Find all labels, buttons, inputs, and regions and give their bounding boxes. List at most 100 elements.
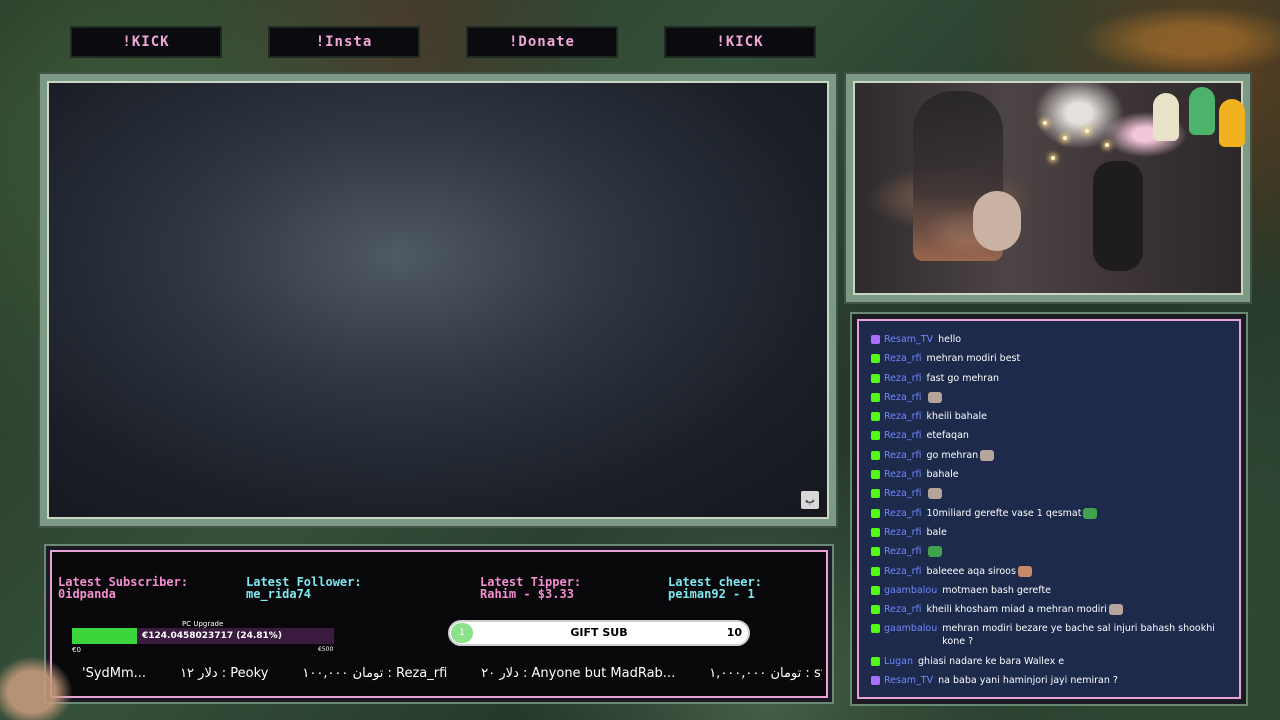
latest-cheer: Latest cheer: peiman92 - 1 xyxy=(668,576,762,600)
chat-username[interactable]: Resam_TV xyxy=(884,674,933,687)
chat-message: Reza_rfi xyxy=(871,487,1227,500)
chat-username[interactable]: Reza_rfi xyxy=(884,352,921,365)
chat-message-body: go mehran xyxy=(926,449,995,462)
kick-badge-icon xyxy=(871,508,880,518)
kick-badge-icon xyxy=(871,656,880,666)
kick-badge-icon xyxy=(871,527,880,537)
latest-subscriber-value: 0idpanda xyxy=(58,587,116,601)
chat-message-body: baleeee aqa siroos xyxy=(926,565,1032,578)
chat-message: gaambalou motmaen bash gerefte xyxy=(871,584,1227,597)
chat-message-text: mehran modiri best xyxy=(926,353,1021,365)
chat-username[interactable]: Reza_rfi xyxy=(884,391,921,404)
latest-subscriber: Latest Subscriber: 0idpanda xyxy=(58,576,188,600)
chat-message-text: bahale xyxy=(926,469,959,481)
chat-username[interactable]: Reza_rfi xyxy=(884,603,921,616)
twitch-badge-icon xyxy=(871,676,880,686)
chat-message-text: kheili khosham miad a mehran modiri xyxy=(926,604,1107,616)
button-label: !KICK xyxy=(716,34,764,50)
chat-username[interactable]: Resam_TV xyxy=(884,333,933,346)
kick-badge-icon xyxy=(871,412,880,422)
gift-sub-label: GIFT SUB xyxy=(570,626,628,639)
game-capture-frame: پ xyxy=(40,74,836,526)
chat-username[interactable]: gaambalou xyxy=(884,584,937,597)
chat-message: Reza_rfi mehran modiri best xyxy=(871,352,1227,365)
chat-message-body: bahale xyxy=(926,468,958,481)
latest-follower-value: me_rida74 xyxy=(246,587,312,601)
chat-username[interactable]: Reza_rfi xyxy=(884,410,921,423)
frog-emote-icon xyxy=(928,546,943,558)
donate-command-button[interactable]: !Donate xyxy=(466,26,618,58)
chat-message-body: etefaqan xyxy=(926,429,968,442)
chat-message-text: kheili bahale xyxy=(926,411,987,423)
chat-message-text: go mehran xyxy=(926,449,979,461)
chat-username[interactable]: Reza_rfi xyxy=(884,526,921,539)
kick-badge-icon xyxy=(871,585,880,595)
chat-username[interactable]: gaambalou xyxy=(884,622,937,635)
cat-emote-icon xyxy=(928,391,943,403)
kick-badge-icon xyxy=(871,450,880,460)
chat-message-body xyxy=(926,391,943,404)
chat-message-body: ghiasi nadare ke bara Wallex e xyxy=(918,655,1064,668)
goal-progress-fill xyxy=(72,628,137,644)
chat-username[interactable]: Reza_rfi xyxy=(884,468,921,481)
latest-tipper-value: Rahim - $3.33 xyxy=(480,587,574,601)
chat-message-body: kheili bahale xyxy=(926,410,986,423)
latest-cheer-value: peiman92 - 1 xyxy=(668,587,755,601)
chat-message: Reza_rfi fast go mehran xyxy=(871,372,1227,385)
chat-message: Reza_rfi bahale xyxy=(871,468,1227,481)
cat-emote-icon xyxy=(980,449,995,461)
chat-panel: Resam_TV hello Reza_rfi mehran modiri best R… xyxy=(852,314,1246,704)
chat-username[interactable]: Reza_rfi xyxy=(884,545,921,558)
chat-username[interactable]: Reza_rfi xyxy=(884,565,921,578)
chat-message-body: fast go mehran xyxy=(926,372,999,385)
kick-badge-icon xyxy=(871,605,880,615)
chat-username[interactable]: Reza_rfi xyxy=(884,372,921,385)
chat-message: Reza_rfi etefaqan xyxy=(871,429,1227,442)
kick-badge-icon xyxy=(871,547,880,557)
kick-badge-icon xyxy=(871,431,880,441)
cat-emote-icon xyxy=(928,488,943,500)
latest-tipper: Latest Tipper: Rahim - $3.33 xyxy=(480,576,581,600)
kick-badge-icon xyxy=(871,624,880,634)
goal-progress-text: €124.0458023717 (24.81%) xyxy=(142,631,282,641)
chat-username[interactable]: Lugan xyxy=(884,655,913,668)
person-background xyxy=(1093,161,1143,271)
chat-message-body: mehran modiri best xyxy=(926,352,1020,365)
fairy-light xyxy=(1085,129,1089,133)
chat-username[interactable]: Reza_rfi xyxy=(884,507,921,520)
chat-message-list: Resam_TV hello Reza_rfi mehran modiri best R… xyxy=(871,333,1227,693)
donation-ticker: 'SydMm... ۱۲ دلار : Peoky ۱۰۰,۰۰۰ تومان : … xyxy=(82,662,822,684)
fairy-light xyxy=(1051,156,1055,160)
plush-figure xyxy=(1189,87,1215,135)
kick-command-button-2[interactable]: !KICK xyxy=(664,26,816,58)
ticker-item: ۲۰ دلار : Anyone but MadRab... xyxy=(481,665,676,681)
chat-message: Lugan ghiasi nadare ke bara Wallex e xyxy=(871,655,1227,668)
chat-message: Reza_rfi xyxy=(871,391,1227,404)
chat-message-body xyxy=(926,545,943,558)
ticker-item: 'SydMm... xyxy=(82,665,147,681)
kick-badge-icon xyxy=(871,489,880,499)
chat-message-body: motmaen bash gerefte xyxy=(942,584,1051,597)
chat-username[interactable]: Reza_rfi xyxy=(884,487,921,500)
goal-title: PC Upgrade xyxy=(182,620,224,628)
stats-panel: Latest Subscriber: 0idpanda Latest Follo… xyxy=(46,546,832,702)
chat-message-body: bale xyxy=(926,526,946,539)
kick-command-button[interactable]: !KICK xyxy=(70,26,222,58)
chat-message-text: baleeee aqa siroos xyxy=(926,565,1016,577)
chat-message: Resam_TV na baba yani haminjori jayi nemi… xyxy=(871,674,1227,687)
chat-message-text: motmaen bash gerefte xyxy=(942,584,1052,596)
ticker-item: ۱,۰۰۰,۰۰۰ تومان : sydn xyxy=(709,665,822,681)
chat-message-text: fast go mehran xyxy=(926,372,1000,384)
chat-message-body: hello xyxy=(938,333,961,346)
fairy-light xyxy=(1105,143,1109,147)
chat-username[interactable]: Reza_rfi xyxy=(884,429,921,442)
chat-message: Reza_rfi kheili khosham miad a mehran mod… xyxy=(871,603,1227,616)
chat-username[interactable]: Reza_rfi xyxy=(884,449,921,462)
ticker-item: ۱۲ دلار : Peoky xyxy=(180,665,269,681)
plush-figure xyxy=(1219,99,1245,147)
kick-badge-icon xyxy=(871,566,880,576)
channel-logo-icon: پ xyxy=(801,491,819,509)
insta-command-button[interactable]: !Insta xyxy=(268,26,420,58)
latest-follower: Latest Follower: me_rida74 xyxy=(246,576,362,600)
gift-sub-goal: GIFT SUB 1 10 xyxy=(448,620,750,646)
